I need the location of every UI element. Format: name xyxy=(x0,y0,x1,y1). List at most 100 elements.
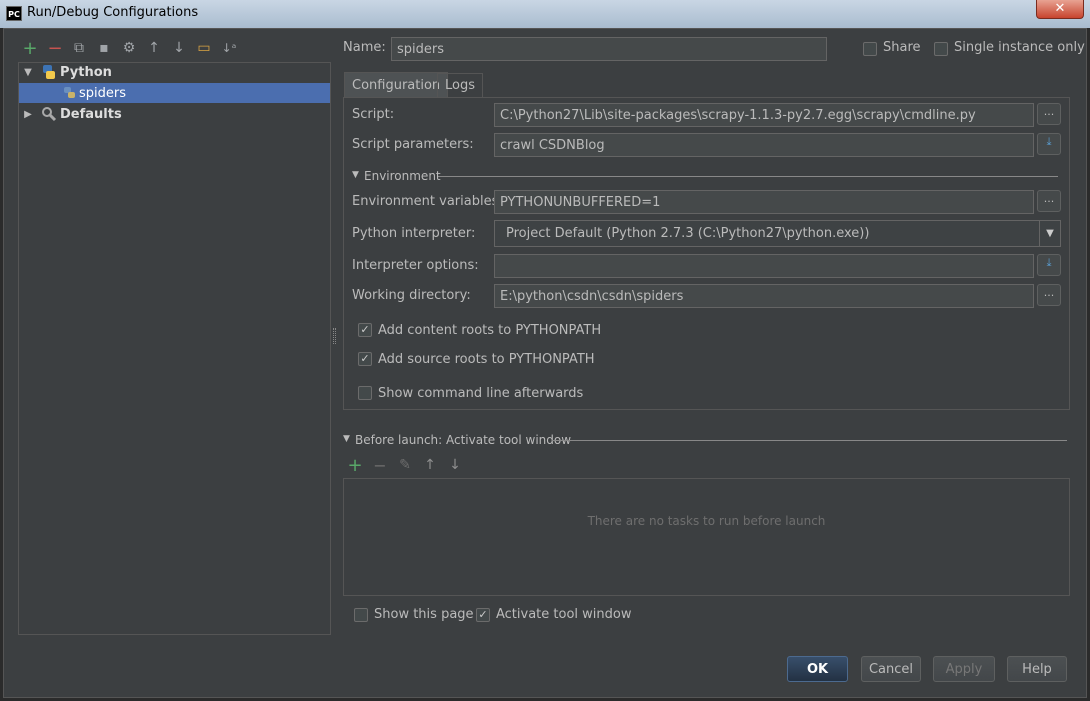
plus-icon: + xyxy=(22,37,38,59)
add-content-roots-checkbox[interactable]: ✓ xyxy=(358,323,372,337)
python-icon xyxy=(43,65,55,79)
checkmark-icon: ✓ xyxy=(360,352,370,365)
copy-icon: ⧉ xyxy=(74,40,84,56)
working-directory-browse-button[interactable]: ... xyxy=(1037,284,1061,306)
remove-configuration-button[interactable]: − xyxy=(46,37,64,59)
script-label: Script: xyxy=(352,107,395,122)
move-up-button[interactable]: ↑ xyxy=(145,39,163,57)
ellipsis-icon: ... xyxy=(1043,105,1055,118)
add-source-roots-checkbox[interactable]: ✓ xyxy=(358,352,372,366)
name-label: Name: xyxy=(343,40,386,55)
arrow-up-icon: ↑ xyxy=(148,40,160,56)
expand-field-icon: ⤓ xyxy=(1046,256,1052,269)
show-this-page-checkbox[interactable] xyxy=(354,608,368,622)
close-icon: ✕ xyxy=(1054,1,1066,16)
create-folder-button[interactable]: ▭ xyxy=(195,39,213,57)
remove-task-button[interactable]: − xyxy=(371,455,389,475)
show-this-page-label: Show this page xyxy=(374,607,474,622)
add-source-roots-label: Add source roots to PYTHONPATH xyxy=(378,352,595,367)
configuration-tree xyxy=(18,62,331,635)
edit-defaults-button[interactable]: ⚙ xyxy=(120,39,138,57)
environment-separator xyxy=(438,176,1058,177)
environment-section-title: Environment xyxy=(364,169,441,183)
interpreter-selected-value: Project Default (Python 2.7.3 (C:\Python… xyxy=(506,226,870,241)
plus-icon: + xyxy=(347,454,363,476)
working-directory-input[interactable]: E:\python\csdn\csdn\spiders xyxy=(494,284,1034,308)
show-command-line-checkbox[interactable] xyxy=(358,386,372,400)
defaults-wrench-icon xyxy=(42,107,57,122)
sort-configurations-button[interactable]: ↓ᵃ xyxy=(220,39,238,57)
move-task-up-button[interactable]: ↑ xyxy=(421,456,439,474)
interpreter-dropdown-arrow-icon[interactable]: ▼ xyxy=(1039,221,1060,246)
folder-icon: ▭ xyxy=(197,40,211,56)
tree-node-label: spiders xyxy=(79,85,127,101)
arrow-up-icon: ↑ xyxy=(424,457,436,473)
arrow-down-icon: ↓ xyxy=(173,40,185,56)
script-path-input[interactable]: C:\Python27\Lib\site-packages\scrapy-1.1… xyxy=(494,103,1034,127)
arrow-down-icon: ↓ xyxy=(449,457,461,473)
splitter-handle[interactable] xyxy=(333,328,336,344)
tab-label: Configuration xyxy=(352,77,441,93)
script-parameters-expand-button[interactable]: ⤓ xyxy=(1037,133,1061,155)
before-launch-separator xyxy=(552,440,1067,441)
tab-configuration[interactable]: Configuration xyxy=(344,72,449,97)
ok-button[interactable]: OK xyxy=(787,656,848,682)
checkmark-icon: ✓ xyxy=(360,323,370,336)
activate-tool-window-checkbox[interactable]: ✓ xyxy=(476,608,490,622)
cancel-button[interactable]: Cancel xyxy=(861,656,921,682)
tree-node-spiders[interactable]: spiders xyxy=(19,83,330,103)
save-configuration-button[interactable]: ▪ xyxy=(95,39,113,57)
before-launch-toggle-icon[interactable]: ▼ xyxy=(343,434,350,444)
interpreter-options-input[interactable] xyxy=(494,254,1034,278)
single-instance-label: Single instance only xyxy=(954,40,1085,55)
activate-tool-window-label: Activate tool window xyxy=(496,607,632,622)
show-command-line-label: Show command line afterwards xyxy=(378,386,584,401)
ellipsis-icon: ... xyxy=(1043,286,1055,299)
python-interpreter-select[interactable]: Project Default (Python 2.7.3 (C:\Python… xyxy=(494,220,1061,247)
move-down-button[interactable]: ↓ xyxy=(170,39,188,57)
expand-field-icon: ⤓ xyxy=(1046,135,1052,148)
tree-node-python[interactable]: ▼ Python xyxy=(19,62,330,82)
add-content-roots-label: Add content roots to PYTHONPATH xyxy=(378,323,602,338)
environment-variables-input[interactable]: PYTHONUNBUFFERED=1 xyxy=(494,190,1034,214)
collapse-arrow-icon[interactable]: ▼ xyxy=(21,67,35,78)
tab-label: Logs xyxy=(445,78,475,93)
working-directory-label: Working directory: xyxy=(352,288,471,303)
wrench-icon: ⚙ xyxy=(122,40,136,56)
edit-task-button[interactable]: ✎ xyxy=(396,456,414,474)
minus-icon: − xyxy=(373,455,387,475)
before-launch-task-list[interactable] xyxy=(343,478,1070,596)
copy-configuration-button[interactable]: ⧉ xyxy=(70,39,88,57)
apply-button[interactable]: Apply xyxy=(933,656,995,682)
share-checkbox[interactable] xyxy=(863,42,877,56)
window-close-button[interactable]: ✕ xyxy=(1036,0,1084,19)
minus-icon: − xyxy=(47,37,63,59)
help-button[interactable]: Help xyxy=(1007,656,1067,682)
environment-variables-browse-button[interactable]: ... xyxy=(1037,190,1061,212)
tree-node-defaults[interactable]: ▶ Defaults xyxy=(19,104,330,124)
add-configuration-button[interactable]: + xyxy=(21,37,39,59)
script-parameters-input[interactable]: crawl CSDNBlog xyxy=(494,133,1034,157)
empty-tasks-text: There are no tasks to run before launch xyxy=(587,514,826,528)
tree-node-label: Python xyxy=(60,64,112,80)
python-script-icon xyxy=(64,87,75,98)
single-instance-checkbox[interactable] xyxy=(934,42,948,56)
share-label: Share xyxy=(883,40,921,55)
interpreter-options-label: Interpreter options: xyxy=(352,258,479,273)
checkmark-icon: ✓ xyxy=(478,608,488,621)
move-task-down-button[interactable]: ↓ xyxy=(446,456,464,474)
sort-alpha-icon: ↓ᵃ xyxy=(221,41,237,55)
ellipsis-icon: ... xyxy=(1043,192,1055,205)
name-input[interactable]: spiders xyxy=(391,37,827,61)
interpreter-options-expand-button[interactable]: ⤓ xyxy=(1037,254,1061,276)
tab-logs[interactable]: Logs xyxy=(437,73,483,97)
tree-node-label: Defaults xyxy=(60,106,122,122)
add-task-button[interactable]: + xyxy=(346,454,364,476)
window-title: Run/Debug Configurations xyxy=(27,5,199,20)
environment-toggle-icon[interactable]: ▼ xyxy=(352,170,359,180)
script-browse-button[interactable]: ... xyxy=(1037,103,1061,125)
save-icon: ▪ xyxy=(99,40,109,56)
expand-arrow-icon[interactable]: ▶ xyxy=(21,109,35,120)
environment-variables-label: Environment variables: xyxy=(352,194,503,209)
script-parameters-label: Script parameters: xyxy=(352,137,474,152)
